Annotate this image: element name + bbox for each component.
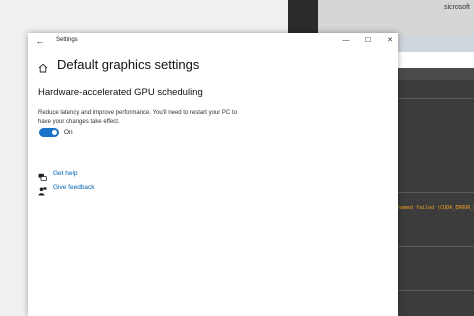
background-panel-header: [398, 34, 474, 52]
background-error-text: named failed (CUDA_ERROR_LAU: [398, 205, 474, 211]
title-bar[interactable]: ← Settings — ☐ ✕: [28, 33, 398, 49]
maximize-button[interactable]: ☐: [362, 35, 374, 47]
get-help-label[interactable]: Get help: [53, 170, 78, 177]
background-divider: [398, 192, 474, 193]
minimize-button[interactable]: —: [340, 35, 352, 47]
person-feedback-icon: [38, 183, 47, 196]
background-panel-bar: [398, 68, 474, 80]
window-title: Settings: [56, 37, 78, 43]
background-app-header: sicrosoft: [318, 0, 474, 34]
page-title: Default graphics settings: [57, 57, 200, 72]
section-title: Hardware-accelerated GPU scheduling: [38, 87, 203, 98]
background-divider: [398, 98, 474, 99]
settings-window: ← Settings — ☐ ✕ Default graphics settin…: [28, 33, 398, 316]
toggle-state-label: On: [64, 129, 73, 136]
give-feedback-label[interactable]: Give feedback: [53, 184, 95, 191]
toggle-knob: [52, 130, 57, 135]
home-icon: [38, 60, 48, 73]
close-button[interactable]: ✕: [384, 35, 396, 47]
setting-description: Reduce latency and improve performance. …: [38, 110, 237, 125]
background-panel-field: [398, 52, 474, 68]
gpu-scheduling-toggle[interactable]: [39, 128, 59, 137]
background-divider: [398, 290, 474, 291]
background-divider: [398, 246, 474, 247]
chat-help-icon: [38, 169, 47, 181]
give-feedback-link[interactable]: Give feedback: [38, 183, 118, 196]
get-help-link[interactable]: Get help: [38, 169, 118, 181]
background-dark-strip: [288, 0, 318, 34]
background-header-text: sicrosoft: [443, 4, 470, 11]
back-button[interactable]: ←: [34, 35, 46, 47]
